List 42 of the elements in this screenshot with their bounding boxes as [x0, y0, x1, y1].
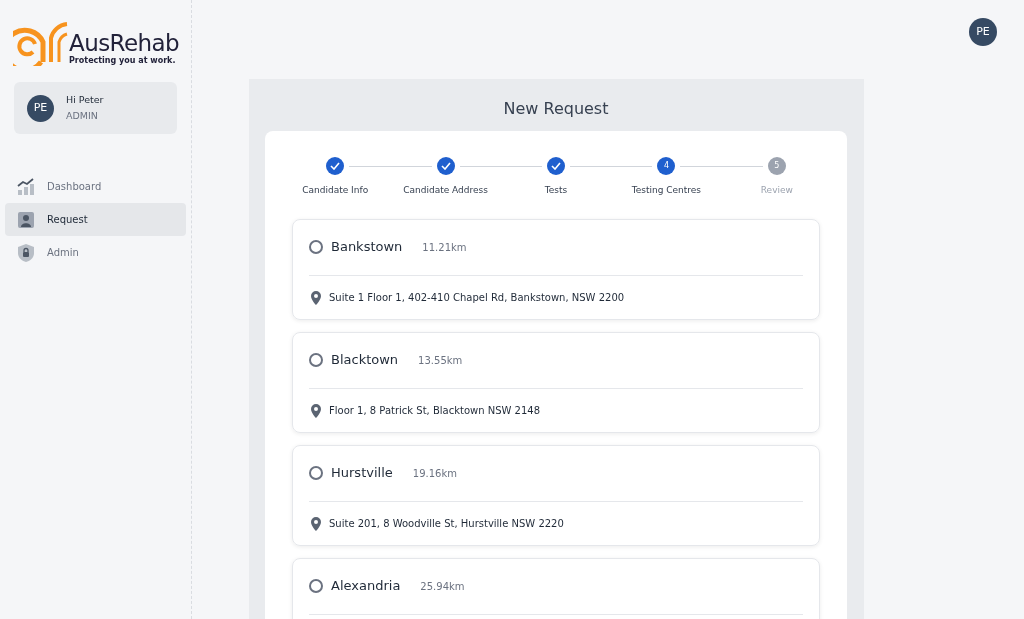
step-label: Tests [544, 184, 568, 197]
centre-distance: 11.21km [422, 240, 467, 255]
radio-button[interactable] [309, 466, 323, 480]
centre-name: Hurstville [331, 464, 393, 483]
step-label: Review [760, 184, 793, 197]
chart-icon [17, 177, 35, 196]
map-pin-icon [311, 290, 321, 305]
person-icon [18, 211, 34, 228]
logo-wordmark: AusRehab [69, 30, 180, 56]
centre-card[interactable]: Blacktown 13.55km Floor 1, 8 Patrick St, Blacktown NSW 2148 [292, 331, 820, 433]
step-number: 5 [767, 157, 786, 175]
centre-card[interactable]: Bankstown 11.21km Suite 1 Floor 1, 402-410 Chapel Rd, Bankstown, NSW 2200 [292, 218, 820, 320]
shield-icon [18, 243, 34, 262]
radio-button[interactable] [309, 579, 323, 593]
user-avatar: PE [27, 94, 54, 122]
page-title: New Request [503, 98, 609, 120]
centre-distance: 13.55km [418, 353, 463, 368]
step-number: 4 [657, 157, 676, 175]
centre-name: Alexandria [331, 577, 401, 596]
centre-distance: 19.16km [412, 466, 457, 481]
radio-button[interactable] [309, 240, 323, 254]
centre-address: Floor 1, 8 Patrick St, Blacktown NSW 2148 [329, 404, 541, 418]
step-label: Candidate Address [403, 184, 488, 197]
radio-button[interactable] [309, 353, 323, 367]
centre-address: Suite 1 Floor 1, 402-410 Chapel Rd, Bankstown, NSW 2200 [329, 291, 625, 305]
header-avatar[interactable]: PE [969, 18, 997, 46]
map-pin-icon [311, 403, 321, 418]
centre-name: Bankstown [331, 238, 403, 257]
step-label: Candidate Info [302, 184, 369, 197]
nav-item[interactable]: Dashboard [5, 170, 186, 203]
centre-distance: 25.94km [420, 579, 465, 594]
nav-item[interactable]: Request [5, 203, 186, 236]
centre-card[interactable]: Hurstville 19.16km Suite 201, 8 Woodville St, Hurstville NSW 2220 [292, 444, 820, 546]
centre-name: Blacktown [331, 351, 399, 370]
user-greeting: Hi Peter [66, 92, 104, 107]
centre-address: Suite 201, 8 Woodville St, Hurstville NSW 2220 [329, 517, 564, 531]
nav-item[interactable]: Admin [5, 236, 186, 269]
centre-card[interactable]: Alexandria 25.94km [292, 557, 820, 619]
step-label: Testing Centres [631, 184, 702, 197]
logo-tagline: Protecting you at work. [69, 56, 177, 65]
user-role: ADMIN [66, 109, 99, 123]
map-pin-icon [311, 516, 321, 531]
